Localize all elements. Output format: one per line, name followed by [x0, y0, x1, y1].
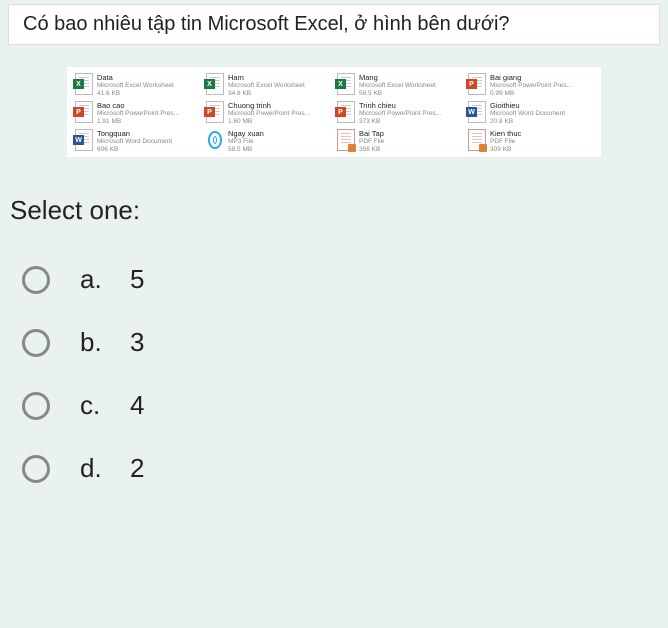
file-name: Bao cao — [97, 101, 200, 110]
ppt-file-icon: P — [468, 73, 486, 95]
file-size: 20.8 KB — [490, 118, 593, 126]
options-list: a. 5 b. 3 c. 4 d. 2 — [0, 248, 668, 500]
option-text: 3 — [130, 327, 144, 358]
file-item: XDataMicrosoft Excel Worksheet41.6 KB — [75, 73, 200, 99]
option-text: 4 — [130, 390, 144, 421]
radio-button[interactable] — [22, 455, 50, 483]
file-name: Mang — [359, 73, 462, 82]
word-file-icon: W — [75, 129, 93, 151]
option-c[interactable]: c. 4 — [0, 374, 668, 437]
file-size: 606 KB — [97, 146, 200, 154]
file-size: 309 KB — [490, 146, 593, 154]
question-box: Có bao nhiêu tập tin Microsoft Excel, ở … — [8, 4, 660, 45]
file-type: Microsoft PowerPoint Pres... — [490, 82, 593, 90]
file-listing-image: XDataMicrosoft Excel Worksheet41.6 KBXHa… — [67, 67, 601, 157]
file-item: WGioithieuMicrosoft Word Document20.8 KB — [468, 101, 593, 127]
file-info: TongquanMicrosoft Word Document606 KB — [97, 129, 200, 154]
radio-button[interactable] — [22, 329, 50, 357]
mp3-file-icon — [206, 129, 224, 151]
excel-file-icon: X — [75, 73, 93, 95]
file-name: Chuong trinh — [228, 101, 331, 110]
file-info: Bai TapPDF File356 KB — [359, 129, 462, 154]
file-item: PBao caoMicrosoft PowerPoint Pres...1.91… — [75, 101, 200, 127]
file-size: 1.91 MB — [97, 118, 200, 126]
file-type: PDF File — [490, 138, 593, 146]
file-name: Gioithieu — [490, 101, 593, 110]
file-name: Bai giang — [490, 73, 593, 82]
ppt-file-icon: P — [337, 101, 355, 123]
file-name: Trinh chieu — [359, 101, 462, 110]
file-type: Microsoft PowerPoint Pres... — [97, 110, 200, 118]
file-info: Kien thucPDF File309 KB — [490, 129, 593, 154]
file-item: Kien thucPDF File309 KB — [468, 129, 593, 155]
file-size: 356 KB — [359, 146, 462, 154]
option-a[interactable]: a. 5 — [0, 248, 668, 311]
file-info: Trinh chieuMicrosoft PowerPoint Pres...3… — [359, 101, 462, 126]
select-one-label: Select one: — [10, 195, 668, 226]
file-item: XHamMicrosoft Excel Worksheet34.8 KB — [206, 73, 331, 99]
file-info: HamMicrosoft Excel Worksheet34.8 KB — [228, 73, 331, 98]
file-item: PBai giangMicrosoft PowerPoint Pres...0.… — [468, 73, 593, 99]
file-size: 1.60 MB — [228, 118, 331, 126]
file-info: Ngay xuanMP3 File58.5 MB — [228, 129, 331, 154]
pdf-file-icon — [337, 129, 355, 151]
ppt-file-icon: P — [75, 101, 93, 123]
file-name: Ngay xuan — [228, 129, 331, 138]
file-name: Tongquan — [97, 129, 200, 138]
file-type: Microsoft Word Document — [490, 110, 593, 118]
file-type: Microsoft PowerPoint Pres... — [228, 110, 331, 118]
file-item: Ngay xuanMP3 File58.5 MB — [206, 129, 331, 155]
file-info: DataMicrosoft Excel Worksheet41.6 KB — [97, 73, 200, 98]
file-item: Bai TapPDF File356 KB — [337, 129, 462, 155]
option-letter: c. — [80, 390, 114, 421]
file-size: 41.6 KB — [97, 90, 200, 98]
file-info: Bai giangMicrosoft PowerPoint Pres...0.9… — [490, 73, 593, 98]
file-type: MP3 File — [228, 138, 331, 146]
file-name: Ham — [228, 73, 331, 82]
option-letter: b. — [80, 327, 114, 358]
file-type: Microsoft Excel Worksheet — [97, 82, 200, 90]
file-info: Chuong trinhMicrosoft PowerPoint Pres...… — [228, 101, 331, 126]
file-size: 34.8 KB — [228, 90, 331, 98]
question-text: Có bao nhiêu tập tin Microsoft Excel, ở … — [23, 13, 645, 36]
option-text: 5 — [130, 264, 144, 295]
radio-button[interactable] — [22, 266, 50, 294]
option-letter: a. — [80, 264, 114, 295]
file-type: Microsoft Excel Worksheet — [359, 82, 462, 90]
file-info: Bao caoMicrosoft PowerPoint Pres...1.91 … — [97, 101, 200, 126]
excel-file-icon: X — [337, 73, 355, 95]
file-info: MangMicrosoft Excel Worksheet58.5 KB — [359, 73, 462, 98]
file-item: WTongquanMicrosoft Word Document606 KB — [75, 129, 200, 155]
file-size: 58.5 KB — [359, 90, 462, 98]
excel-file-icon: X — [206, 73, 224, 95]
file-item: PChuong trinhMicrosoft PowerPoint Pres..… — [206, 101, 331, 127]
ppt-file-icon: P — [206, 101, 224, 123]
file-item: XMangMicrosoft Excel Worksheet58.5 KB — [337, 73, 462, 99]
pdf-file-icon — [468, 129, 486, 151]
file-size: 0.99 MB — [490, 90, 593, 98]
radio-button[interactable] — [22, 392, 50, 420]
file-name: Data — [97, 73, 200, 82]
file-size: 58.5 MB — [228, 146, 331, 154]
file-info: GioithieuMicrosoft Word Document20.8 KB — [490, 101, 593, 126]
file-type: Microsoft Word Document — [97, 138, 200, 146]
option-d[interactable]: d. 2 — [0, 437, 668, 500]
file-item: PTrinh chieuMicrosoft PowerPoint Pres...… — [337, 101, 462, 127]
file-name: Kien thuc — [490, 129, 593, 138]
option-letter: d. — [80, 453, 114, 484]
option-text: 2 — [130, 453, 144, 484]
file-type: Microsoft PowerPoint Pres... — [359, 110, 462, 118]
file-type: PDF File — [359, 138, 462, 146]
option-b[interactable]: b. 3 — [0, 311, 668, 374]
file-name: Bai Tap — [359, 129, 462, 138]
file-type: Microsoft Excel Worksheet — [228, 82, 331, 90]
word-file-icon: W — [468, 101, 486, 123]
file-size: 373 KB — [359, 118, 462, 126]
